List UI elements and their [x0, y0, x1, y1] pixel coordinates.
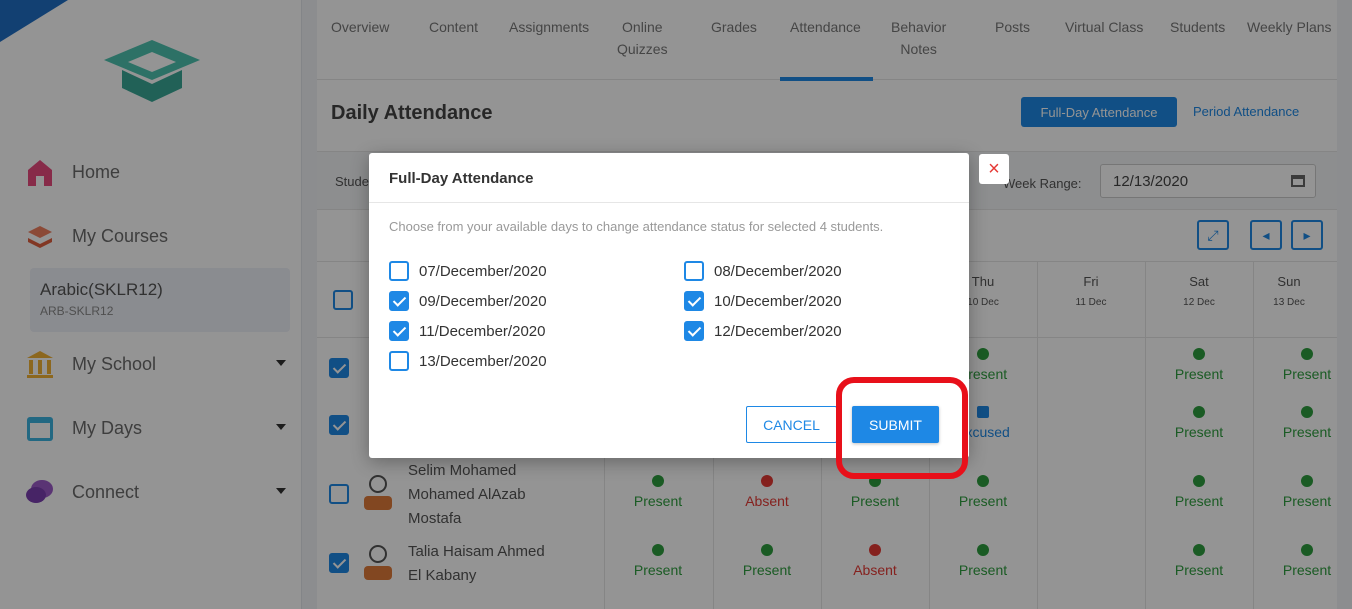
- dialog-description: Choose from your available days to chang…: [389, 219, 884, 234]
- day-option-label: 12/December/2020: [714, 322, 842, 340]
- day-option-label: 08/December/2020: [714, 262, 842, 280]
- dialog-divider: [369, 202, 969, 203]
- day-option-label: 09/December/2020: [419, 292, 547, 310]
- day-checkbox[interactable]: [684, 291, 704, 311]
- day-checkbox[interactable]: [684, 321, 704, 341]
- submit-button[interactable]: SUBMIT: [852, 406, 939, 443]
- full-day-attendance-dialog: Full-Day Attendance Choose from your ava…: [369, 153, 969, 458]
- day-option-12-dec[interactable]: 12/December/2020: [684, 320, 842, 342]
- cancel-button[interactable]: CANCEL: [746, 406, 837, 443]
- day-option-label: 13/December/2020: [419, 352, 547, 370]
- day-checkbox[interactable]: [389, 321, 409, 341]
- day-checkbox[interactable]: [389, 351, 409, 371]
- day-option-label: 10/December/2020: [714, 292, 842, 310]
- day-option-label: 07/December/2020: [419, 262, 547, 280]
- day-option-13-dec[interactable]: 13/December/2020: [389, 350, 547, 372]
- day-checkbox[interactable]: [389, 291, 409, 311]
- day-option-10-dec[interactable]: 10/December/2020: [684, 290, 842, 312]
- day-checkbox[interactable]: [389, 261, 409, 281]
- day-option-07-dec[interactable]: 07/December/2020: [389, 260, 547, 282]
- dialog-title: Full-Day Attendance: [389, 170, 534, 187]
- day-option-08-dec[interactable]: 08/December/2020: [684, 260, 842, 282]
- day-option-label: 11/December/2020: [419, 322, 546, 340]
- day-option-11-dec[interactable]: 11/December/2020: [389, 320, 545, 342]
- day-option-09-dec[interactable]: 09/December/2020: [389, 290, 547, 312]
- close-dialog-button[interactable]: ×: [979, 154, 1009, 184]
- close-icon: ×: [988, 158, 1000, 180]
- day-checkbox[interactable]: [684, 261, 704, 281]
